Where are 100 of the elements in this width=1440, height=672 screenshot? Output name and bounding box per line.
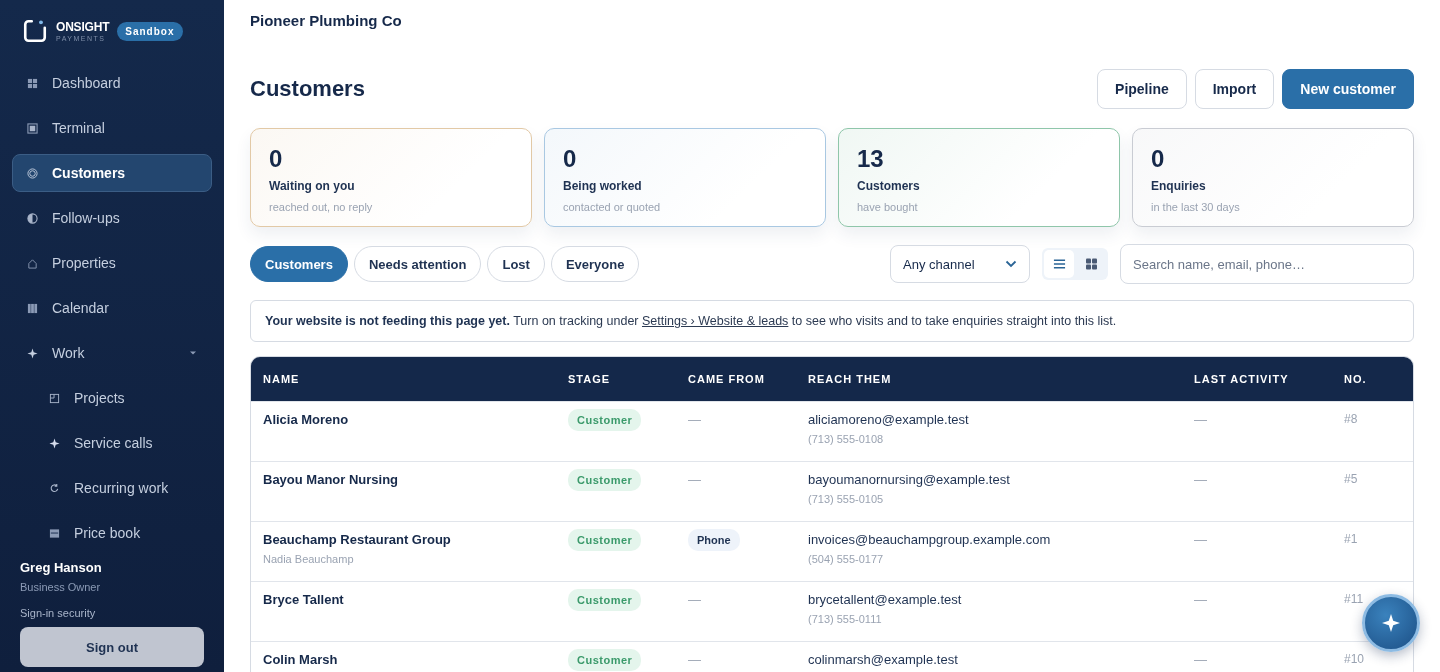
- filter-tab[interactable]: Needs attention: [353, 246, 482, 282]
- brand-name: ONSIGHT: [56, 20, 110, 33]
- customer-name[interactable]: Colin Marsh: [263, 652, 338, 667]
- nav-icon: [27, 212, 38, 224]
- nav-item[interactable]: Service calls: [12, 424, 212, 462]
- nav-icon: [27, 122, 38, 134]
- email-text: invoices@beauchampgroup.example.com: [808, 532, 1051, 547]
- nav-item[interactable]: Follow-ups: [12, 199, 212, 237]
- table-cell: #1: [1344, 532, 1358, 546]
- table-cell: #10: [1344, 652, 1365, 666]
- sandbox-badge: Sandbox: [117, 21, 183, 41]
- customer-name[interactable]: Bryce Tallent: [263, 592, 344, 607]
- stat-value: 0: [1151, 145, 1166, 173]
- table-cell: —: [688, 472, 701, 487]
- nav-item[interactable]: Calendar: [12, 289, 212, 327]
- customer-name[interactable]: Bayou Manor Nursing: [263, 472, 399, 487]
- filter-tab[interactable]: Customers: [250, 246, 348, 282]
- table-cell: #5: [1344, 472, 1358, 486]
- table-cell: #11: [1344, 592, 1364, 606]
- stat-value: 0: [269, 145, 284, 173]
- nav-item[interactable]: Recurring work: [12, 469, 212, 507]
- customer-name[interactable]: Alicia Moreno: [263, 412, 349, 427]
- column-header: NAME: [263, 373, 301, 385]
- user-name: Greg Hanson: [20, 560, 103, 575]
- phone-text: (713) 555-0111: [808, 613, 882, 625]
- column-header: NO.: [1344, 373, 1368, 385]
- nav-item[interactable]: Projects: [12, 379, 212, 417]
- table-cell: —: [688, 652, 701, 667]
- nav-item[interactable]: Price book: [12, 514, 212, 552]
- action-button[interactable]: Import: [1194, 69, 1275, 109]
- table-cell: —: [1194, 472, 1207, 487]
- stage-tag: Customer: [568, 469, 642, 491]
- stage-tag: Customer: [568, 589, 642, 611]
- page-title: Customers: [250, 76, 365, 102]
- stat-value: 13: [857, 145, 885, 173]
- list-icon: [1052, 258, 1066, 270]
- nav-icon: [27, 347, 38, 359]
- stage-tag: Customer: [568, 529, 642, 551]
- stat-card[interactable]: 0 Being worked contacted or quoted: [544, 128, 826, 227]
- nav-icon: [49, 482, 60, 494]
- channel-select[interactable]: Any channel: [890, 245, 1030, 283]
- nav-item[interactable]: Dashboard: [12, 64, 212, 102]
- nav-item[interactable]: Properties: [12, 244, 212, 282]
- sign-in-security-link[interactable]: Sign-in security: [20, 607, 204, 619]
- table-cell: #8: [1344, 412, 1358, 426]
- nav-icon: [49, 392, 60, 404]
- nav-item[interactable]: Customers: [12, 154, 212, 192]
- stage-tag: Customer: [568, 409, 642, 431]
- action-button[interactable]: New customer: [1282, 69, 1414, 109]
- phone-text: (713) 555-0108: [808, 433, 884, 445]
- table-cell: —: [1194, 412, 1207, 427]
- action-button[interactable]: Pipeline: [1097, 69, 1187, 109]
- stat-card[interactable]: 13 Customers have bought: [838, 128, 1120, 227]
- customer-name[interactable]: Beauchamp Restaurant Group: [263, 532, 451, 547]
- phone-text: (504) 555-0177: [808, 553, 884, 565]
- table-cell: —: [688, 412, 701, 427]
- banner-text: Your website is not feeding this page yet. Turn on tracking under Settings › Website & leads to see who visits and to take enquiries straight into this list.: [265, 314, 1118, 328]
- stat-note: in the last 30 days: [1151, 201, 1241, 213]
- email-text: brycetallent@example.test: [808, 592, 962, 607]
- email-text: aliciamoreno@example.test: [808, 412, 969, 427]
- nav-icon: [27, 77, 38, 89]
- search-field[interactable]: Search name, email, phone…: [1120, 244, 1414, 284]
- grid-icon: [1084, 258, 1098, 270]
- contact-name: Nadia Beauchamp: [263, 553, 354, 565]
- stat-label: Customers: [857, 179, 921, 193]
- logo-icon: [22, 18, 48, 44]
- table-cell: —: [1194, 652, 1207, 667]
- stat-label: Enquiries: [1151, 179, 1207, 193]
- stat-card[interactable]: 0 Waiting on you reached out, no reply: [250, 128, 532, 227]
- nav-icon: [27, 302, 38, 314]
- email-text: colinmarsh@example.test: [808, 652, 958, 667]
- filter-tab[interactable]: Lost: [487, 246, 545, 282]
- column-header: LAST ACTIVITY: [1194, 373, 1290, 385]
- column-header: STAGE: [568, 373, 612, 385]
- stat-card[interactable]: 0 Enquiries in the last 30 days: [1132, 128, 1414, 227]
- stage-tag: Customer: [568, 649, 642, 671]
- nav-icon: [49, 527, 60, 539]
- stat-value: 0: [563, 145, 578, 173]
- settings-link[interactable]: Settings › Website & leads: [642, 314, 789, 328]
- stat-label: Being worked: [563, 179, 643, 193]
- email-text: bayoumanornursing@example.test: [808, 472, 1010, 487]
- user-role: Business Owner: [20, 581, 102, 593]
- sign-out-button[interactable]: Sign out: [20, 627, 204, 667]
- nav-icon: [27, 257, 38, 269]
- business-name: Pioneer Plumbing Co: [250, 12, 403, 29]
- chevron-down-icon: [1005, 260, 1017, 268]
- stat-note: contacted or quoted: [563, 201, 662, 213]
- table-cell: —: [1194, 532, 1207, 547]
- sparkle-icon: [1381, 613, 1401, 633]
- assistant-button[interactable]: [1362, 594, 1420, 652]
- nav-item[interactable]: Terminal: [12, 109, 212, 147]
- phone-text: (713) 555-0105: [808, 493, 884, 505]
- stat-note: reached out, no reply: [269, 201, 374, 213]
- nav-icon: [27, 167, 38, 179]
- table-cell: —: [1194, 592, 1207, 607]
- column-header: CAME FROM: [688, 373, 766, 385]
- nav-icon: [49, 437, 60, 449]
- nav-item[interactable]: Work: [12, 334, 212, 372]
- filter-tab[interactable]: Everyone: [550, 246, 640, 282]
- list-view-button[interactable]: [1044, 250, 1074, 278]
